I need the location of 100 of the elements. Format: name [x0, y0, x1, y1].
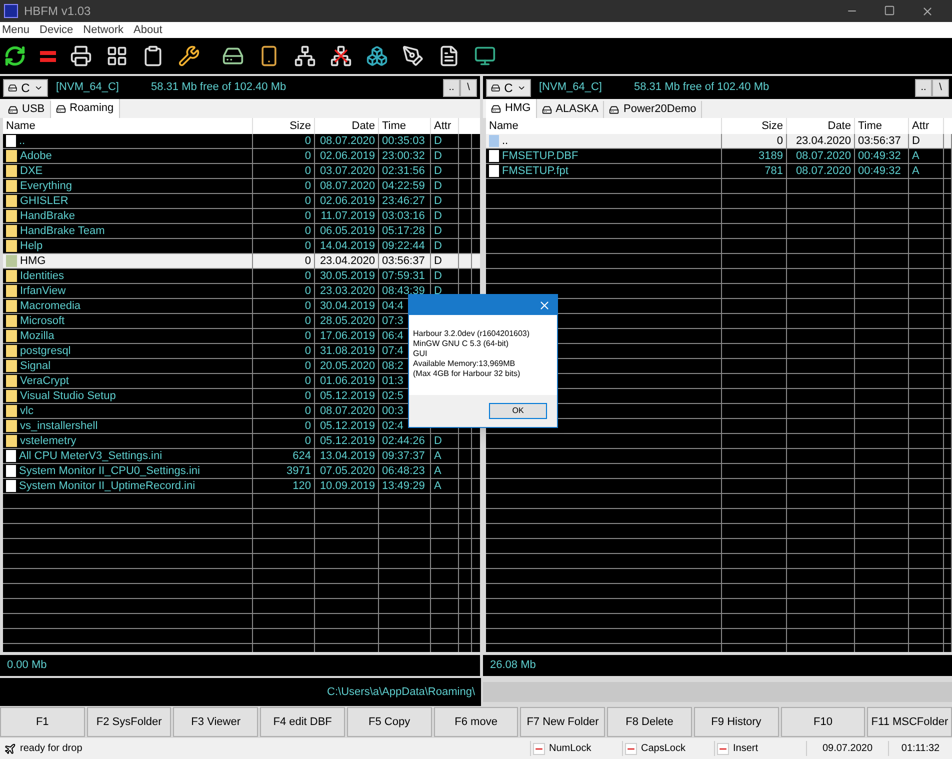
tab[interactable]: HMG	[486, 99, 537, 118]
file-time: 23:00:32	[382, 149, 425, 163]
file-row[interactable]: HandBrake 0 11.07.2019 03:03:16 D	[3, 209, 480, 224]
nav-button[interactable]: \	[932, 78, 949, 96]
file-row[interactable]: GHISLER 0 02.06.2019 23:46:27 D	[3, 194, 480, 209]
file-size: 0	[304, 239, 311, 253]
drive-icon	[8, 104, 18, 114]
folder-icon	[6, 360, 17, 372]
function-key-button[interactable]: F5 Copy	[346, 707, 432, 737]
folder-icon	[6, 210, 17, 222]
function-key-button[interactable]: F6 move	[434, 707, 518, 737]
file-name: Signal	[20, 359, 51, 373]
maximize-icon[interactable]	[884, 4, 895, 16]
file-attr: A	[434, 479, 442, 493]
file-size: 624	[292, 449, 311, 463]
folder-icon	[6, 180, 17, 192]
app-logo-icon	[4, 4, 18, 18]
equals-icon[interactable]	[40, 50, 56, 62]
file-size: 781	[764, 164, 783, 178]
file-name: HMG	[20, 254, 46, 268]
close-icon[interactable]	[538, 298, 551, 312]
file-row[interactable]: .. 0 23.04.2020 03:56:37 D	[486, 134, 952, 149]
file-time: 01:3	[382, 374, 404, 388]
boxes-icon[interactable]	[366, 45, 388, 67]
file-row[interactable]: HMG 0 23.04.2020 03:56:37 D	[3, 254, 480, 269]
function-key-button[interactable]: F3 Viewer	[173, 707, 258, 737]
drive-icon[interactable]	[222, 45, 244, 67]
file-date: 23.04.2020	[796, 134, 851, 148]
grid-icon[interactable]	[106, 45, 128, 67]
file-row[interactable]: .. 0 08.07.2020 00:35:03 D	[3, 134, 480, 149]
file-time: 04:22:59	[382, 179, 425, 193]
function-key-button[interactable]: F2 SysFolder	[86, 707, 172, 737]
tab[interactable]: Roaming	[50, 99, 120, 118]
file-date: 23.04.2020	[320, 254, 375, 268]
monitor-icon[interactable]	[474, 45, 496, 67]
menu-item[interactable]: Menu	[2, 22, 30, 38]
nav-button[interactable]: \	[460, 78, 477, 96]
file-size: 3971	[286, 464, 311, 478]
nav-button[interactable]: ..	[915, 78, 932, 96]
file-date: 31.08.2019	[320, 344, 375, 358]
function-key-button[interactable]: F8 Delete	[607, 707, 692, 737]
file-date: 11.07.2019	[320, 209, 375, 223]
ok-button[interactable]: OK	[489, 403, 547, 419]
function-key-button[interactable]: F11 MSCFolder	[867, 707, 952, 737]
file-row[interactable]: FMSETUP.DBF 3189 08.07.2020 00:49:32 A	[486, 149, 952, 164]
refresh-icon[interactable]	[4, 45, 26, 67]
function-key-button[interactable]: F10	[780, 707, 866, 737]
file-row[interactable]: Help 0 14.04.2019 09:22:44 D	[3, 239, 480, 254]
drive-dropdown[interactable]: C	[3, 78, 48, 96]
file-size: 0	[304, 299, 311, 313]
file-row[interactable]: vstelemetry 0 05.12.2019 02:44:26 D	[3, 434, 480, 449]
folder-icon	[6, 255, 17, 267]
network-icon[interactable]	[294, 45, 316, 67]
file-time: 00:49:32	[858, 149, 901, 163]
drive-dropdown[interactable]: C	[486, 78, 531, 96]
close-icon[interactable]	[921, 4, 934, 18]
file-attr: D	[434, 254, 442, 268]
function-key-button[interactable]: F1	[0, 707, 85, 737]
file-row[interactable]: Adobe 0 02.06.2019 23:00:32 D	[3, 149, 480, 164]
free-space-label: 58.31 Mb free of 102.40 Mb	[150, 80, 286, 96]
drive-icon	[56, 104, 66, 114]
folder-icon	[6, 300, 17, 312]
file-attr: D	[434, 209, 442, 223]
menu-item[interactable]: Device	[40, 22, 74, 38]
file-name: Macromedia	[20, 299, 81, 313]
file-row[interactable]: HandBrake Team 0 06.05.2019 05:17:28 D	[3, 224, 480, 239]
nav-button[interactable]: ..	[443, 78, 460, 96]
file-row[interactable]: vs_installershell 0 05.12.2019 02:4	[3, 419, 480, 434]
printer-icon[interactable]	[70, 45, 92, 67]
file-row[interactable]: System Monitor II_CPU0_Settings.ini 3971 07.05.2020 06:48:23 A	[3, 464, 480, 479]
file-row[interactable]: Identities 0 30.05.2019 07:59:31 D	[3, 269, 480, 284]
file-row[interactable]: DXE 0 03.07.2020 02:31:56 D	[3, 164, 480, 179]
function-key-button[interactable]: F4 edit DBF	[260, 707, 345, 737]
file-name: Identities	[20, 269, 64, 283]
file-time: 03:03:16	[382, 209, 425, 223]
file-name: HandBrake Team	[20, 224, 105, 238]
file-attr: D	[434, 239, 442, 253]
clipboard-icon[interactable]	[142, 45, 164, 67]
file-row[interactable]: Everything 0 08.07.2020 04:22:59 D	[3, 179, 480, 194]
file-size: 0	[304, 419, 311, 433]
pen-icon[interactable]	[402, 45, 424, 67]
document-icon[interactable]	[438, 45, 460, 67]
file-row[interactable]: FMSETUP.fpt 781 08.07.2020 00:49:32 A	[486, 164, 952, 179]
function-key-button[interactable]: F7 New Folder	[520, 707, 606, 737]
file-size: 3189	[758, 149, 783, 163]
file-row[interactable]: System Monitor II_UptimeRecord.ini 120 10.09.2019 13:49:29 A	[3, 479, 480, 494]
file-name: IrfanView	[20, 284, 66, 298]
file-date: 30.04.2019	[320, 299, 375, 313]
file-row[interactable]: All CPU MeterV3_Settings.ini 624 13.04.2019 09:37:37 A	[3, 449, 480, 464]
file-time: 04:4	[382, 299, 404, 313]
function-key-button[interactable]: F9 History	[694, 707, 779, 737]
folder-icon	[6, 405, 17, 417]
file-name: ..	[19, 134, 26, 148]
wrench-icon[interactable]	[178, 45, 200, 67]
file-attr: D	[434, 434, 442, 448]
network-crossed-icon[interactable]	[330, 45, 352, 67]
file-date: 01.06.2019	[320, 374, 375, 388]
menu-item[interactable]: Network	[83, 22, 124, 38]
file-attr: D	[434, 194, 442, 208]
menu-item[interactable]: About	[134, 22, 162, 38]
